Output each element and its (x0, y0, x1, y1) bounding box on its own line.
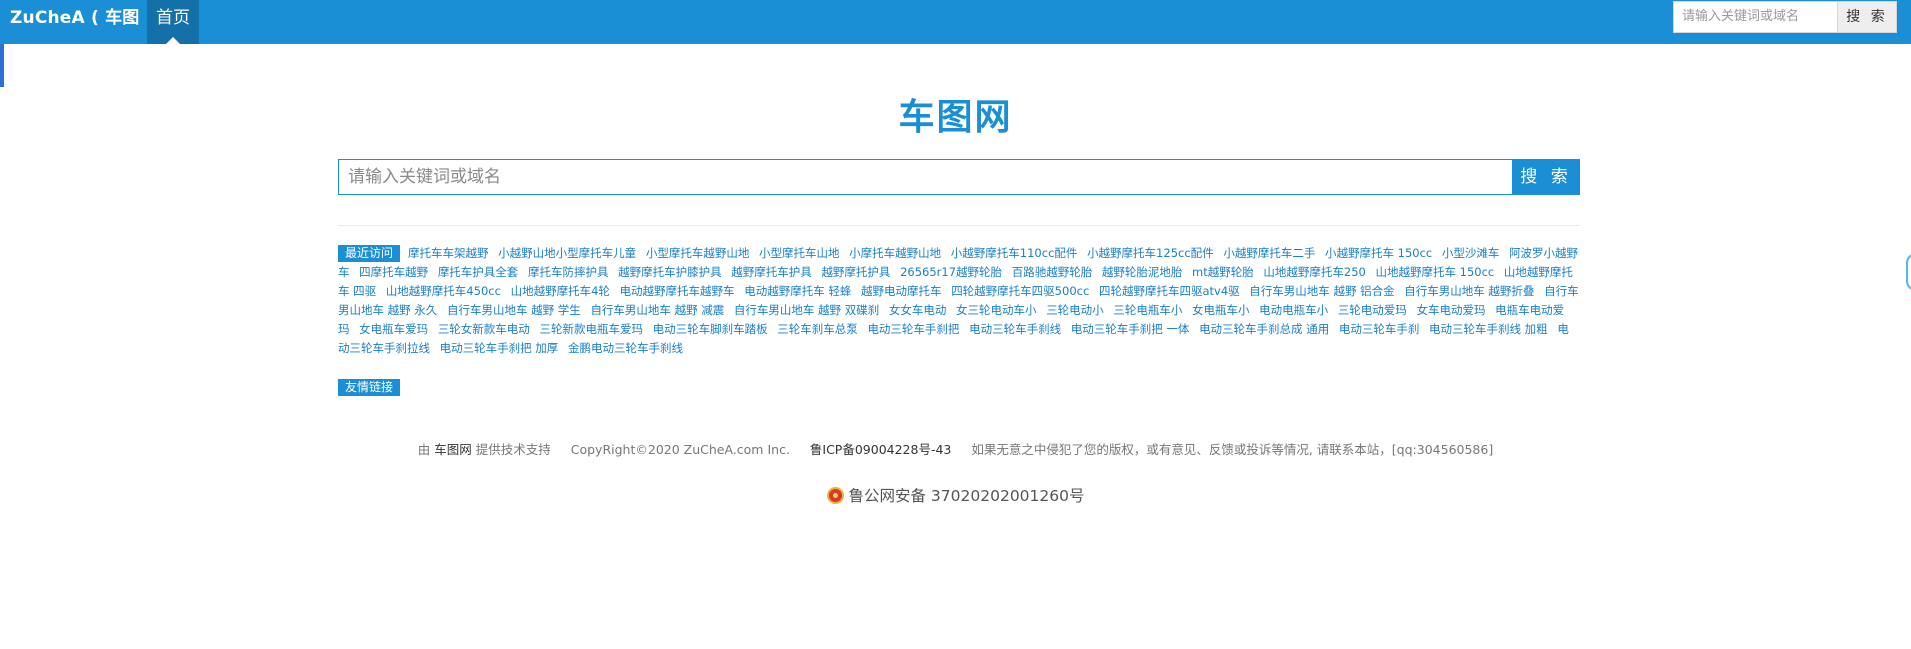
recent-link[interactable]: 自行车男山地车 越野 铝合金 (1249, 284, 1394, 298)
main-search-button[interactable]: 搜 索 (1512, 159, 1580, 195)
recent-link[interactable]: 山地越野摩托车4轮 (511, 284, 610, 298)
recent-link[interactable]: 女电瓶车爱玛 (359, 322, 428, 336)
brand-logo-text[interactable]: ZuCheA ( 车图 ) (10, 0, 154, 38)
recent-link[interactable]: 四轮越野摩托车四驱500cc (951, 284, 1089, 298)
section-divider (338, 225, 1580, 226)
top-search-input[interactable]: 请输入关键词或域名 (1673, 1, 1846, 33)
recent-link[interactable]: 电动三轮车手刹线 加粗 (1429, 322, 1548, 336)
recent-link[interactable]: 电动越野摩托车 轻蜂 (744, 284, 851, 298)
recent-link[interactable]: 小摩托车越野山地 (849, 246, 941, 260)
footer-icp-link[interactable]: 鲁ICP备09004228号-43 (810, 442, 952, 457)
recent-links-list: 摩托车车架越野 小越野山地小型摩托车儿童 小型摩托车越野山地 小型摩托车山地 小… (338, 246, 1579, 355)
recent-link[interactable]: 小型沙滩车 (1442, 246, 1500, 260)
police-record-text: 鲁公网安备 37020202001260号 (848, 487, 1085, 505)
recent-link[interactable]: 女女车电动 (889, 303, 947, 317)
recent-link[interactable]: 山地越野摩托车250 (1263, 265, 1365, 279)
top-navbar: ZuCheA ( 车图 ) 首页 请输入关键词或域名 搜 索 (0, 0, 1911, 44)
recent-link[interactable]: 电动越野摩托车越野车 (620, 284, 735, 298)
recent-link[interactable]: 电动三轮车手刹线 (969, 322, 1061, 336)
active-caret-icon (166, 37, 180, 44)
main-search-form: 请输入关键词或域名 搜 索 (338, 159, 1580, 195)
recent-link[interactable]: 电动三轮车手刹把 加厚 (440, 341, 559, 355)
recent-link[interactable]: 摩托车车架越野 (408, 246, 489, 260)
recent-link[interactable]: 三轮女新款车电动 (438, 322, 530, 336)
recent-link[interactable]: mt越野轮胎 (1192, 265, 1254, 279)
recent-link[interactable]: 越野电动摩托车 (861, 284, 942, 298)
floating-side-button[interactable] (1906, 253, 1911, 291)
recent-link[interactable]: 四摩托车越野 (359, 265, 428, 279)
recent-link[interactable]: 摩托车护具全套 (438, 265, 519, 279)
recent-link[interactable]: 百路驰越野轮胎 (1012, 265, 1093, 279)
recent-link[interactable]: 自行车男山地车 越野 学生 (447, 303, 581, 317)
recent-link[interactable]: 三轮电动爱玛 (1338, 303, 1407, 317)
recent-link[interactable]: 小越野山地小型摩托车儿童 (498, 246, 636, 260)
recent-link[interactable]: 越野摩托车护具 (731, 265, 812, 279)
friend-links-label: 友情链接 (338, 379, 401, 396)
recent-link[interactable]: 女电瓶车小 (1192, 303, 1250, 317)
recent-link[interactable]: 小越野摩托车125cc配件 (1087, 246, 1214, 260)
recent-link[interactable]: 小越野摩托车110cc配件 (951, 246, 1078, 260)
site-title: 车图网 (898, 97, 1013, 138)
recent-link[interactable]: 自行车男山地车 越野 双碟刹 (734, 303, 879, 317)
recent-link[interactable]: 26565r17越野轮胎 (900, 265, 1002, 279)
recent-link[interactable]: 女车电动爱玛 (1416, 303, 1485, 317)
footer-notice: 如果无意之中侵犯了您的版权，或有意见、反馈或投诉等情况, 请联系本站，[qq:3… (971, 442, 1494, 457)
recent-link[interactable]: 三轮电瓶车小 (1113, 303, 1182, 317)
footer-copyright: CopyRight©2020 ZuCheA.com Inc. (570, 442, 790, 457)
recent-visits: 最近访问 摩托车车架越野 小越野山地小型摩托车儿童 小型摩托车越野山地 小型摩托车… (338, 244, 1580, 358)
top-search-button[interactable]: 搜 索 (1837, 1, 1897, 33)
recent-link[interactable]: 自行车男山地车 越野折叠 (1404, 284, 1534, 298)
recent-link[interactable]: 小越野摩托车 150cc (1325, 246, 1432, 260)
police-record[interactable]: 鲁公网安备 37020202001260号 (0, 484, 1911, 506)
footer-by: 由 (417, 442, 431, 457)
recent-link[interactable]: 电动三轮车手刹把 一体 (1071, 322, 1190, 336)
recent-link[interactable]: 山地越野摩托车450cc (386, 284, 501, 298)
footer: 由 车图网 提供技术支持 CopyRight©2020 ZuCheA.com I… (0, 439, 1911, 458)
recent-link[interactable]: 四轮越野摩托车四驱atv4驱 (1099, 284, 1240, 298)
recent-link[interactable]: 自行车男山地车 越野 减震 (590, 303, 724, 317)
recent-link[interactable]: 摩托车防摔护具 (528, 265, 609, 279)
footer-powered: 提供技术支持 (475, 442, 551, 457)
recent-visits-label: 最近访问 (338, 245, 401, 262)
recent-link[interactable]: 小型摩托车山地 (759, 246, 840, 260)
recent-link[interactable]: 三轮电动小 (1046, 303, 1104, 317)
recent-link[interactable]: 小越野摩托车二手 (1223, 246, 1315, 260)
footer-site-link[interactable]: 车图网 (434, 442, 472, 457)
recent-link[interactable]: 金鹏电动三轮车手刹线 (568, 341, 683, 355)
recent-link[interactable]: 电动三轮车手刹把 (867, 322, 959, 336)
recent-link[interactable]: 越野摩托车护膝护具 (618, 265, 722, 279)
recent-link[interactable]: 电动三轮车脚刹车踏板 (653, 322, 768, 336)
recent-link[interactable]: 女三轮电动车小 (956, 303, 1037, 317)
recent-link[interactable]: 电动电瓶车小 (1259, 303, 1328, 317)
main-search-input[interactable]: 请输入关键词或域名 (338, 159, 1522, 195)
friend-links: 友情链接 (338, 378, 408, 397)
recent-link[interactable]: 三轮车刹车总泵 (777, 322, 858, 336)
police-badge-icon (826, 487, 844, 504)
recent-link[interactable]: 越野轮胎泥地胎 (1102, 265, 1183, 279)
recent-link[interactable]: 电动三轮车手刹总成 通用 (1199, 322, 1329, 336)
recent-link[interactable]: 小型摩托车越野山地 (646, 246, 750, 260)
recent-link[interactable]: 三轮新款电瓶车爱玛 (539, 322, 643, 336)
nav-home-label: 首页 (156, 8, 190, 28)
recent-link[interactable]: 越野摩托护具 (821, 265, 890, 279)
recent-link[interactable]: 山地越野摩托车 150cc (1376, 265, 1495, 279)
nav-home-link[interactable]: 首页 (147, 0, 199, 44)
recent-link[interactable]: 电动三轮车手刹 (1339, 322, 1420, 336)
side-tab-marker[interactable] (0, 44, 4, 87)
